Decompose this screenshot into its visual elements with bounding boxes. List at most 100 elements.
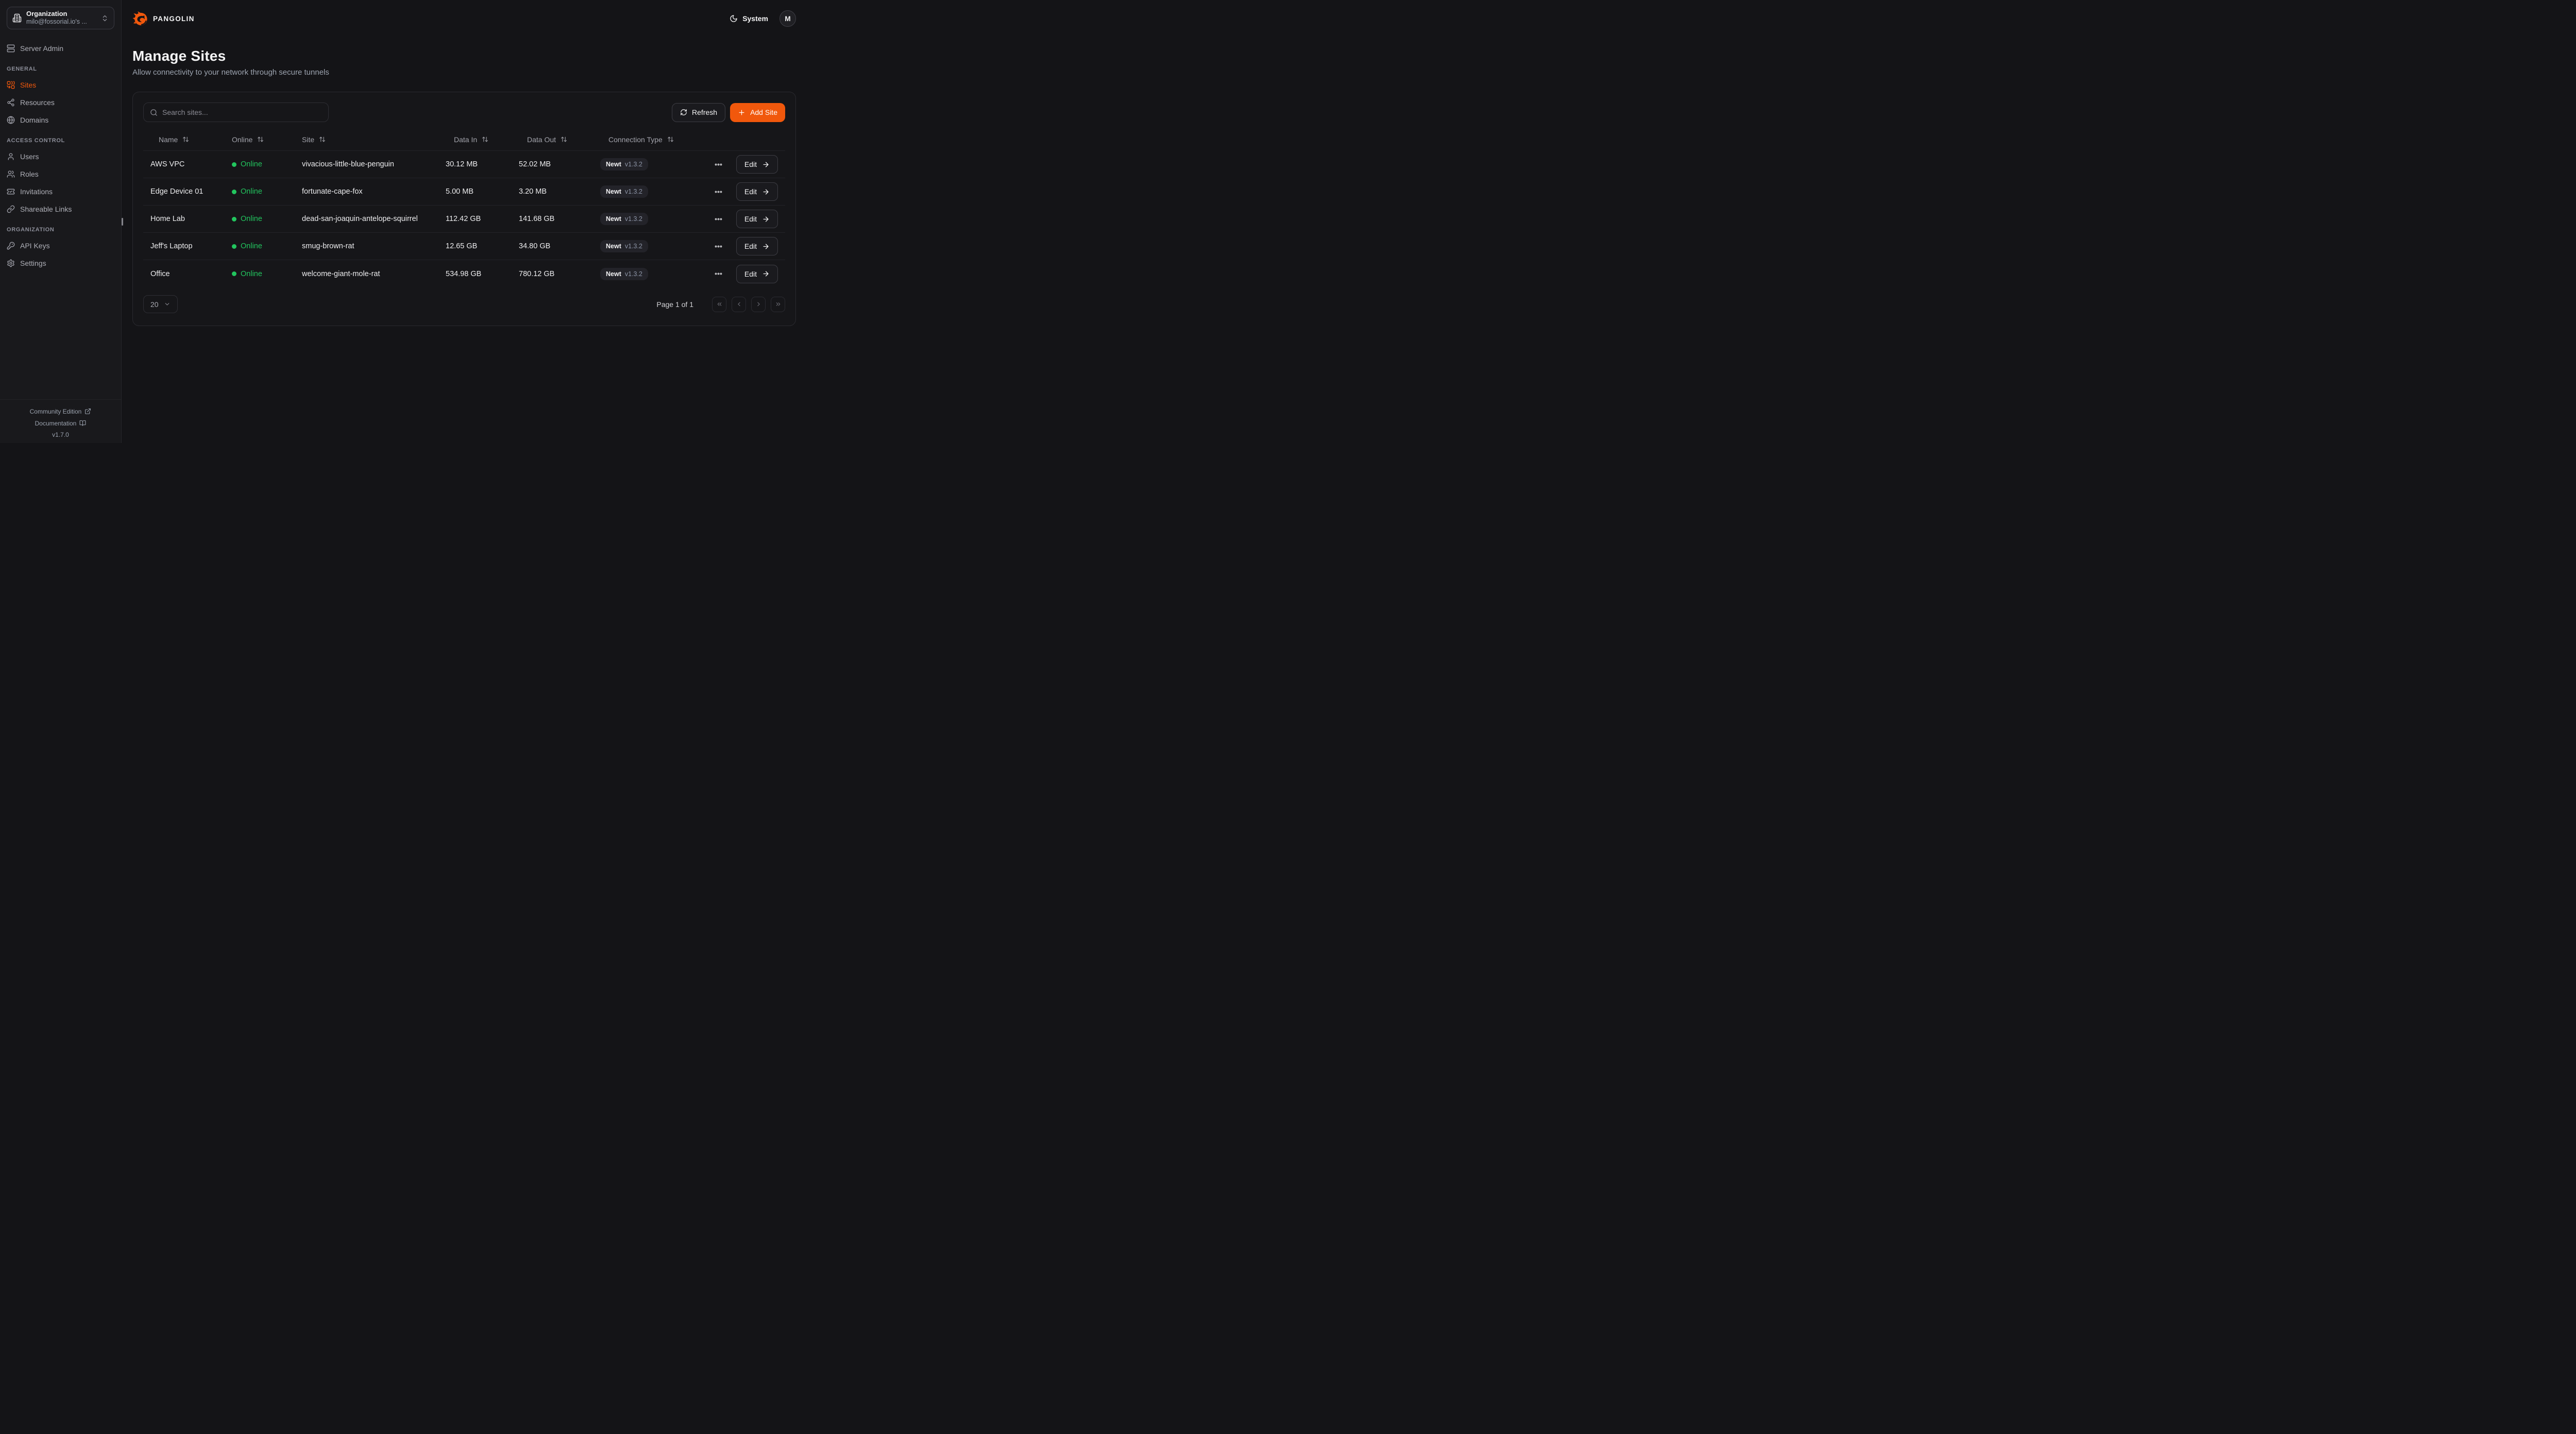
edit-button[interactable]: Edit [736,237,778,255]
online-label: Online [241,187,262,196]
data-in-value: 12.65 GB [438,242,512,250]
chevrons-up-down-icon [101,14,109,22]
ticket-check-icon [7,187,15,196]
first-page-button[interactable] [712,297,726,312]
sidebar-item-users[interactable]: Users [7,149,114,163]
plus-icon [738,109,745,116]
site-status: Online [225,270,295,278]
sidebar-item-domains[interactable]: Domains [7,113,114,127]
data-out-value: 34.80 GB [512,242,593,250]
site-slug: welcome-giant-mole-rat [295,270,438,278]
add-site-button[interactable]: Add Site [730,103,785,122]
data-out-value: 780.12 GB [512,270,593,278]
combine-icon [7,81,15,89]
column-header-data-out[interactable]: Data Out [512,135,593,144]
edit-button[interactable]: Edit [736,182,778,201]
row-menu-button[interactable] [714,242,723,251]
connection-type: Newt v1.3.2 [593,185,722,198]
page-size-value: 20 [150,300,159,309]
edit-button[interactable]: Edit [736,210,778,228]
site-name: Office [143,270,225,278]
sidebar-item-roles[interactable]: Roles [7,167,114,181]
theme-toggle[interactable]: System [730,14,768,23]
table-body: AWS VPC Online vivacious-little-blue-pen… [143,151,785,287]
row-menu-button[interactable] [714,215,723,224]
pagination-controls [712,297,785,312]
search-icon [150,109,158,116]
share-icon [7,98,15,107]
column-header-online[interactable]: Online [225,135,295,144]
connection-badge: Newt v1.3.2 [600,158,648,170]
documentation-link[interactable]: Documentation [35,420,87,427]
site-status: Online [225,187,295,196]
sidebar-item-label: Invitations [20,187,53,196]
site-status: Online [225,242,295,250]
column-header-connection-type[interactable]: Connection Type [593,135,722,144]
sidebar-item-label: API Keys [20,242,50,250]
sidebar-item-label: Shareable Links [20,205,72,213]
column-header-name[interactable]: Name [143,135,225,144]
user-icon [7,152,15,161]
brand-logo[interactable]: PANGOLIN [132,11,195,27]
row-menu-button[interactable] [714,187,723,196]
sort-icon [257,136,264,143]
org-switcher[interactable]: Organization milo@fossorial.io's ... [7,7,114,29]
sort-icon [319,136,326,143]
next-page-button[interactable] [751,297,766,312]
community-edition-link[interactable]: Community Edition [30,408,92,415]
site-slug: smug-brown-rat [295,242,438,250]
refresh-button[interactable]: Refresh [672,103,725,122]
avatar[interactable]: M [779,10,796,27]
sidebar-item-resources[interactable]: Resources [7,95,114,109]
sidebar-item-api-keys[interactable]: API Keys [7,238,114,252]
data-out-value: 52.02 MB [512,160,593,168]
sort-icon [182,136,189,143]
sidebar-footer: Community Edition Documentation v1.7.0 [0,399,121,443]
previous-page-button[interactable] [732,297,746,312]
server-icon [7,44,15,53]
more-horizontal-icon [714,160,723,169]
data-in-value: 534.98 GB [438,270,512,278]
connection-badge: Newt v1.3.2 [600,240,648,252]
sidebar-scrollbar-thumb[interactable] [122,218,123,226]
table-row: AWS VPC Online vivacious-little-blue-pen… [143,151,785,178]
site-slug: fortunate-cape-fox [295,187,438,196]
chevron-left-icon [736,301,742,308]
sidebar-item-settings[interactable]: Settings [7,256,114,270]
connection-badge: Newt v1.3.2 [600,268,648,280]
table-row: Office Online welcome-giant-mole-rat 534… [143,260,785,287]
chevron-down-icon [164,301,171,308]
page-size-select[interactable]: 20 [143,295,178,313]
page-header: Manage Sites Allow connectivity to your … [122,37,808,77]
table-row: Home Lab Online dead-san-joaquin-antelop… [143,206,785,233]
sort-icon [561,136,567,143]
row-menu-button[interactable] [714,160,723,169]
edit-button[interactable]: Edit [736,265,778,283]
column-header-site[interactable]: Site [295,135,438,144]
sidebar-item-server-admin[interactable]: Server Admin [7,41,114,55]
sidebar-item-sites[interactable]: Sites [7,78,114,92]
online-label: Online [241,270,262,278]
page-title: Manage Sites [132,48,796,64]
org-switcher-value: milo@fossorial.io's ... [26,18,96,26]
theme-label: System [742,14,768,23]
sidebar-item-invitations[interactable]: Invitations [7,184,114,198]
chevrons-right-icon [775,301,782,308]
sidebar-item-label: Server Admin [20,44,63,53]
sort-icon [667,136,674,143]
avatar-initial: M [785,15,790,23]
section-label-general: GENERAL [7,66,114,72]
main-area: PANGOLIN System M Manage Sites Allow con… [122,0,808,443]
more-horizontal-icon [714,269,723,278]
connection-type: Newt v1.3.2 [593,268,722,280]
column-header-data-in[interactable]: Data In [438,135,512,144]
chevrons-left-icon [716,301,723,308]
sidebar-item-shareable-links[interactable]: Shareable Links [7,202,114,216]
edit-button[interactable]: Edit [736,155,778,174]
search-input[interactable] [162,108,322,116]
community-edition-label: Community Edition [30,408,82,415]
sidebar-item-label: Users [20,152,39,161]
last-page-button[interactable] [771,297,785,312]
row-menu-button[interactable] [714,269,723,278]
page-subtitle: Allow connectivity to your network throu… [132,68,796,77]
